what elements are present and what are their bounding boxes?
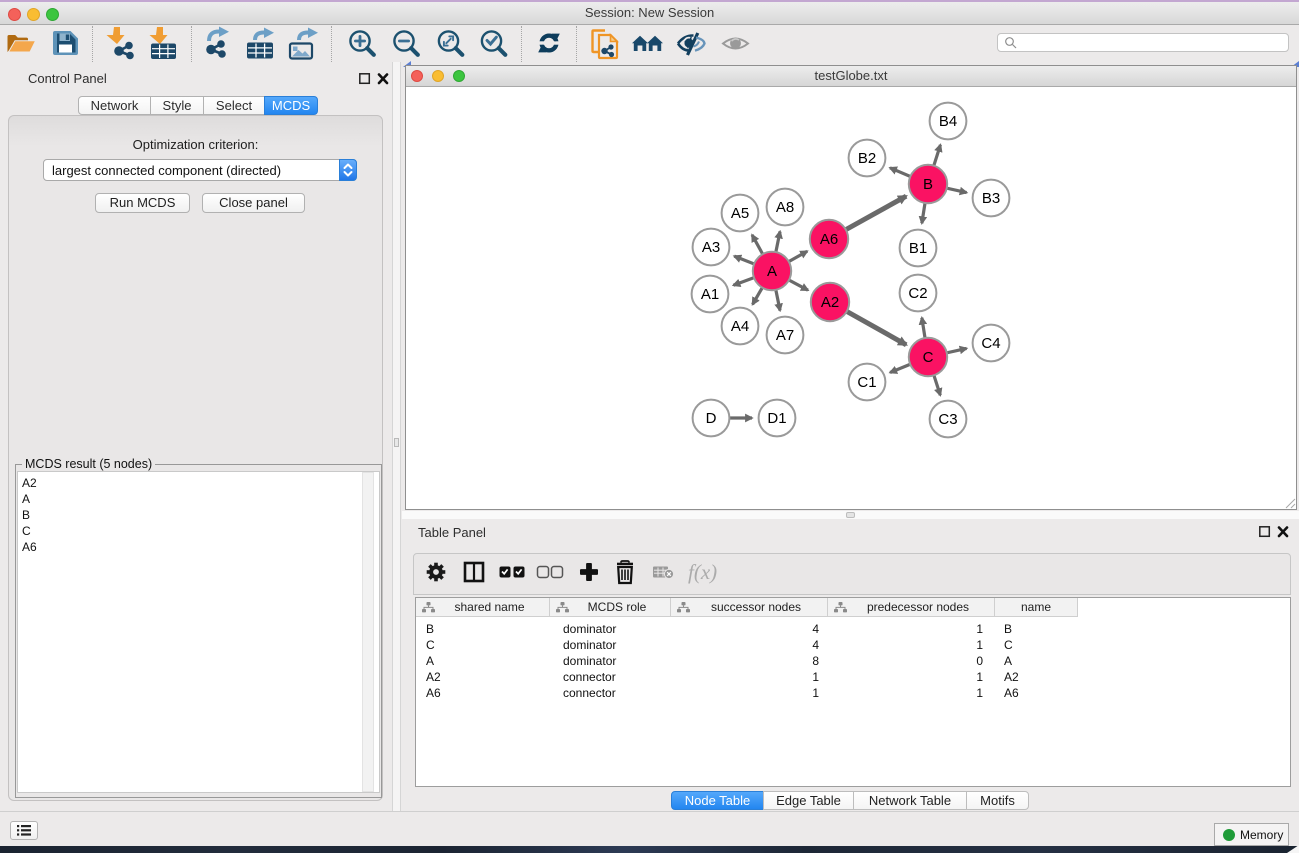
svg-text:f(x): f(x): [688, 560, 717, 584]
svg-text:C4: C4: [981, 335, 1000, 352]
svg-text:C1: C1: [857, 374, 876, 391]
svg-text:A: A: [767, 263, 777, 280]
svg-text:C2: C2: [908, 285, 927, 302]
svg-text:B1: B1: [909, 240, 927, 257]
svg-text:A6: A6: [820, 231, 838, 248]
svg-text:A4: A4: [731, 318, 749, 335]
svg-text:C3: C3: [938, 411, 957, 428]
svg-text:A2: A2: [821, 294, 839, 311]
svg-text:B2: B2: [858, 150, 876, 167]
svg-text:C: C: [923, 349, 934, 366]
svg-text:D: D: [706, 410, 717, 427]
svg-text:A8: A8: [776, 199, 794, 216]
svg-text:A5: A5: [731, 205, 749, 222]
svg-text:B4: B4: [939, 113, 957, 130]
svg-text:A1: A1: [701, 286, 719, 303]
svg-text:D1: D1: [767, 410, 786, 427]
svg-text:B: B: [923, 176, 933, 193]
svg-text:A3: A3: [702, 239, 720, 256]
svg-text:A7: A7: [776, 327, 794, 344]
svg-text:B3: B3: [982, 190, 1000, 207]
